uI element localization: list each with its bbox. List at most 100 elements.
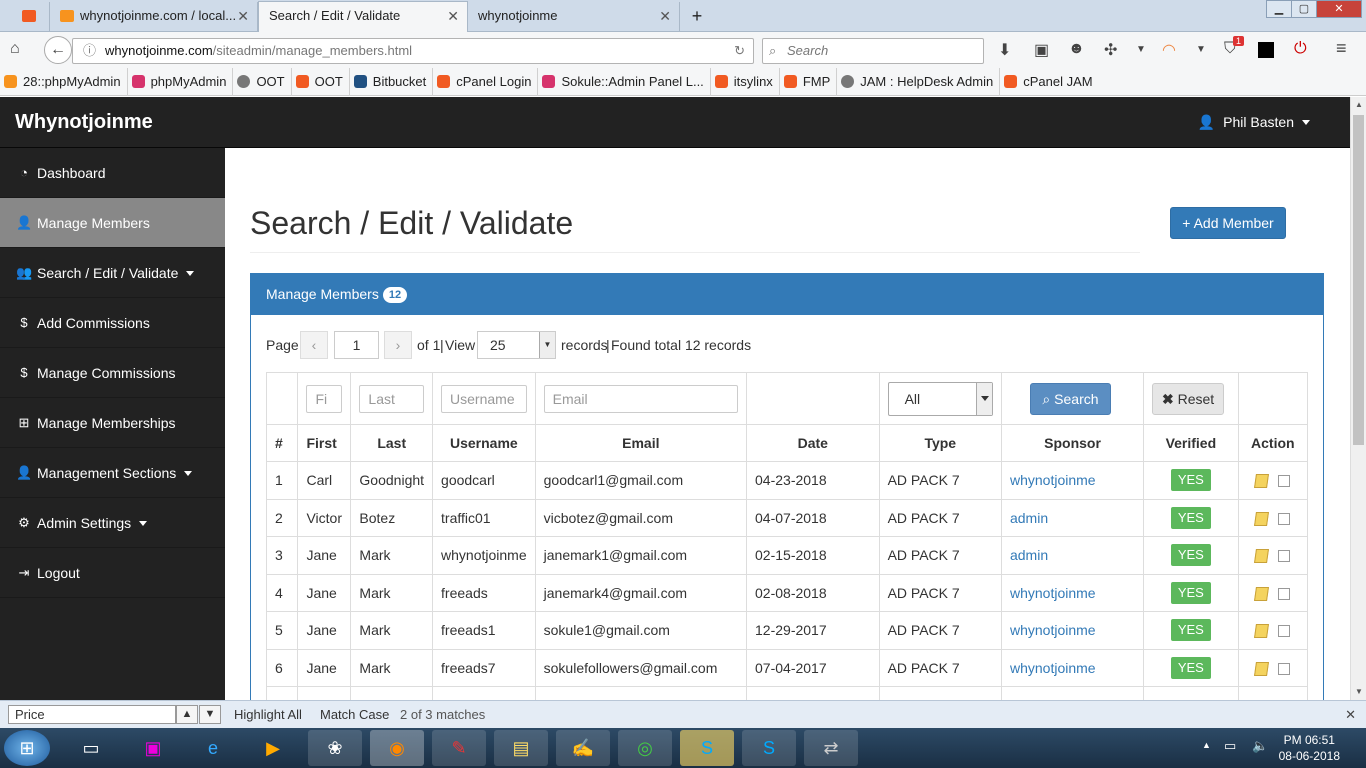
sponsor-link[interactable]: whynotjoinme [1010,585,1096,601]
bookmark-item[interactable]: itsylinx [711,68,780,96]
bookmark-item[interactable]: Sokule::Admin Panel L... [538,68,711,96]
table-row[interactable]: 1 Carl Goodnight goodcarl goodcarl1@gmail.co… [265,461,1309,500]
close-findbar-icon[interactable]: ✕ [1345,701,1356,728]
rainbow-icon[interactable]: ◠ [1162,40,1176,60]
black-square-icon[interactable] [1258,42,1274,58]
column-header-sponsor[interactable]: Sponsor [1000,424,1145,462]
minimize-icon[interactable]: ▁ [1266,0,1292,18]
chrome-icon[interactable]: ◎ [618,730,672,766]
find-input[interactable]: Price [8,705,176,724]
menu-icon[interactable]: ≡ [1336,38,1347,59]
select-checkbox[interactable] [1277,625,1290,638]
edit-icon[interactable] [1253,586,1269,601]
first-name-filter[interactable]: Fi [306,384,343,413]
app-window-icon[interactable]: ▭ [64,730,118,766]
select-checkbox[interactable] [1277,512,1290,525]
verified-badge[interactable]: YES [1170,469,1211,492]
column-header-first[interactable]: First [297,424,352,462]
sidebar-item[interactable]: 👤 Management Sections [0,448,225,498]
edit-icon[interactable] [1253,549,1269,564]
sidebar-item[interactable]: $ Add Commissions [0,298,225,348]
column-header-email[interactable]: Email [534,424,748,462]
column-header-date[interactable]: Date [746,424,880,462]
email-filter[interactable]: Email [543,384,739,413]
bookmark-item[interactable]: Bitbucket [350,68,434,96]
column-header-last[interactable]: Last [350,424,434,462]
window-close-icon[interactable]: ✕ [1316,0,1362,18]
start-button-icon[interactable]: ⊞ [4,730,50,766]
tray-network-icon[interactable]: ▭ [1224,738,1236,754]
select-checkbox[interactable] [1277,550,1290,563]
system-clock[interactable]: PM 06:51 08-06-2018 [1279,732,1340,764]
scroll-up-icon[interactable]: ▲ [1351,97,1366,113]
bookmark-item[interactable]: phpMyAdmin [128,68,234,96]
bookmark-item[interactable]: cPanel Login [433,68,539,96]
sponsor-link[interactable]: whynotjoinme [1010,660,1096,676]
sponsor-link[interactable]: whynotjoinme [1010,472,1096,488]
sidebar-item[interactable]: $ Manage Commissions [0,348,225,398]
next-page-button[interactable]: › [384,331,412,359]
media-app-icon[interactable]: ▣ [126,730,180,766]
edit-icon[interactable] [1253,474,1269,489]
volume-icon[interactable]: 🔈 [1252,738,1268,754]
verified-badge[interactable]: YES [1170,506,1211,529]
highlight-all-toggle[interactable]: Highlight All [234,701,302,728]
search-button[interactable]: ⌕ Search [1029,382,1111,415]
home-icon[interactable]: ⌂ [10,40,20,58]
per-page-select[interactable]: 25 ▼ [477,331,556,359]
add-member-button[interactable]: + Add Member [1170,207,1286,239]
table-row[interactable] [265,686,1309,700]
sidebar-item[interactable]: ⚙ Admin Settings [0,498,225,548]
skype-icon[interactable]: S [680,730,734,766]
verified-badge[interactable]: YES [1170,544,1211,567]
download-icon[interactable]: ⬇ [998,40,1011,60]
sidebar-item[interactable]: ◔ Dashboard [0,148,225,198]
scrollbar-thumb[interactable] [1353,115,1364,445]
sponsor-link[interactable]: admin [1010,547,1048,563]
close-tab-icon[interactable]: ✕ [659,2,671,30]
table-row[interactable]: 3 Jane Mark whynotjoinme janemark1@gmail.com… [265,536,1309,575]
url-bar[interactable]: ⓘ whynotjoinme.com/siteadmin/manage_memb… [72,38,754,64]
edit-icon[interactable] [1253,624,1269,639]
sidebar-item[interactable]: ⊞ Manage Memberships [0,398,225,448]
brand-logo[interactable]: Whynotjoinme [15,111,153,134]
tray-expand-icon[interactable]: ▲ [1202,740,1211,750]
chevron-down-icon[interactable]: ▼ [1196,44,1206,55]
table-row[interactable]: 5 Jane Mark freeads1 sokule1@gmail.com 12-29-… [265,611,1309,650]
page-scrollbar[interactable]: ▲ ▼ [1350,97,1366,700]
pinned-tab[interactable] [0,2,50,32]
chevron-down-icon[interactable]: ▼ [1136,44,1146,55]
network-icon[interactable]: ⇄ [804,730,858,766]
type-filter-select[interactable]: All [887,381,993,416]
sponsor-link[interactable]: whynotjoinme [1010,622,1096,638]
page-number-input[interactable]: 1 [334,331,379,359]
bookmark-item[interactable]: 28::phpMyAdmin [0,68,128,96]
prev-page-button[interactable]: ‹ [300,331,328,359]
filezilla-icon[interactable]: ✎ [432,730,486,766]
extension-icon[interactable]: ✣ [1104,40,1117,60]
scroll-down-icon[interactable]: ▼ [1351,684,1366,700]
select-checkbox[interactable] [1277,475,1290,488]
sponsor-link[interactable]: admin [1010,510,1048,526]
library-icon[interactable]: ▣ [1034,40,1049,60]
find-next-icon[interactable]: ▼ [199,705,221,724]
bookmark-item[interactable]: FMP [780,68,838,96]
sidebar-item[interactable]: ⇥ Logout [0,548,225,598]
reload-icon[interactable]: ↻ [734,39,745,63]
maximize-icon[interactable]: ▢ [1291,0,1317,18]
skype-icon[interactable]: S [742,730,796,766]
video-player-icon[interactable]: ▶ [246,730,300,766]
table-row[interactable]: 6 Jane Mark freeads7 sokulefollowers@gmail.c… [265,648,1309,687]
chat-icon[interactable]: ☻ [1068,40,1085,58]
notepad-icon[interactable]: ✍ [556,730,610,766]
edit-icon[interactable] [1253,661,1269,676]
username-filter[interactable]: Username [441,384,527,413]
verified-badge[interactable]: YES [1170,656,1211,679]
bookmark-item[interactable]: cPanel JAM [1000,68,1098,96]
sidebar-item[interactable]: 👥 Search / Edit / Validate [0,248,225,298]
verified-badge[interactable]: YES [1170,619,1211,642]
back-icon[interactable]: ← [44,36,72,64]
new-tab-button[interactable]: + [680,2,714,32]
internet-explorer-icon[interactable]: e [186,730,240,766]
user-menu[interactable]: 👤 Phil Basten [1198,114,1310,131]
